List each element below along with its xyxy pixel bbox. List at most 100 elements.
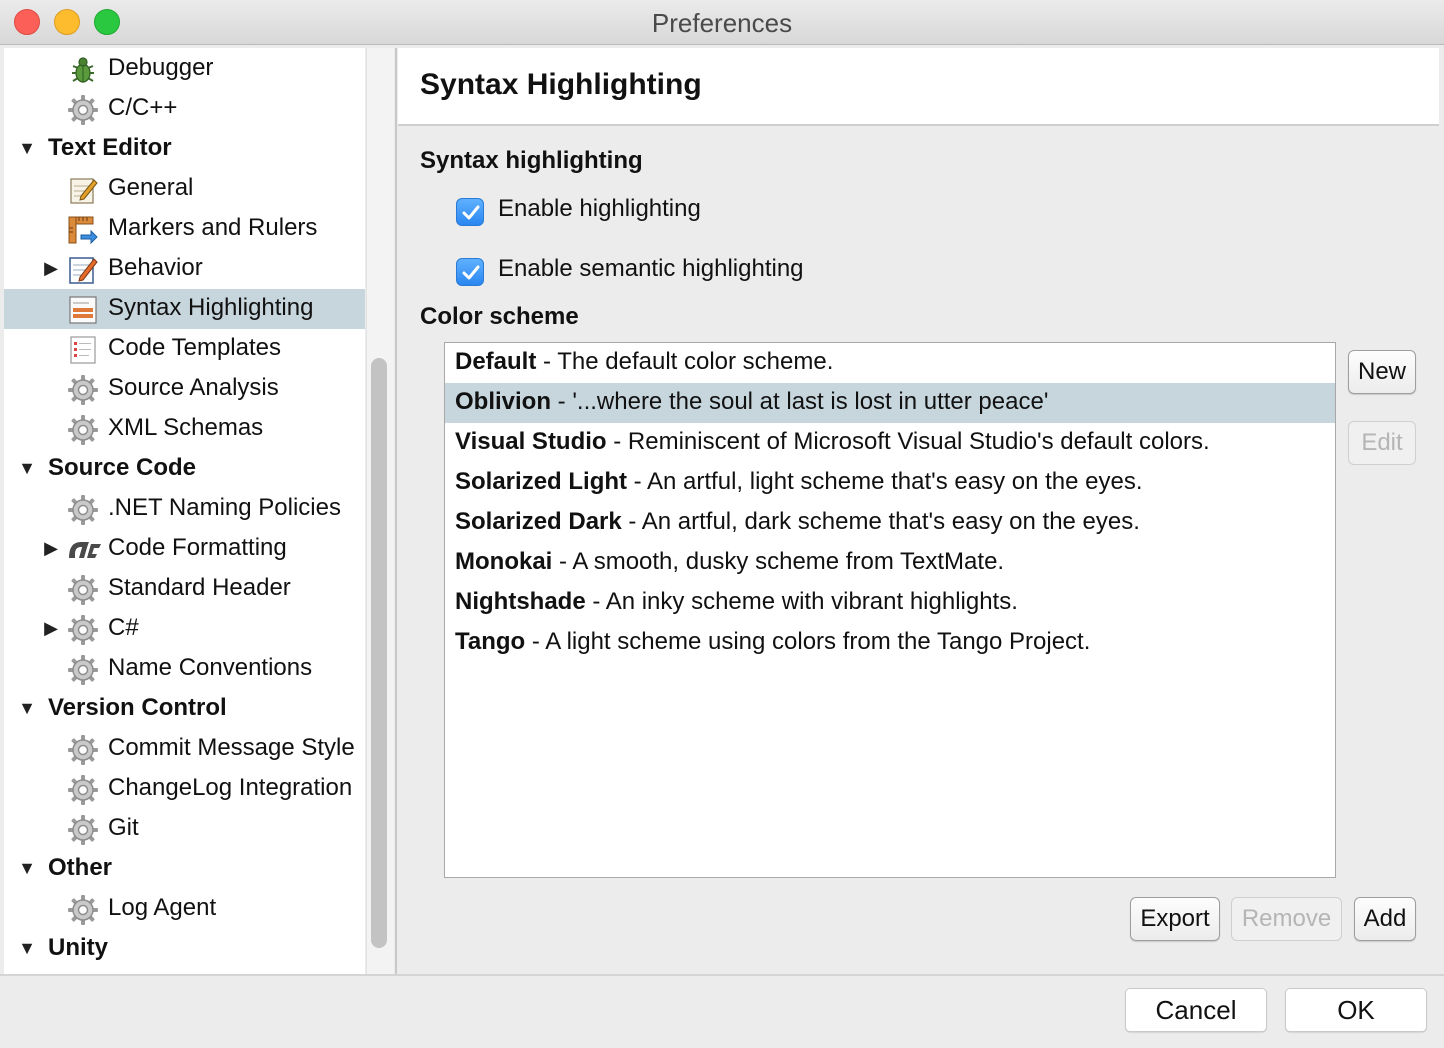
color-scheme-description: - An artful, dark scheme that's easy on … bbox=[621, 508, 1140, 535]
sidebar-scrollbar-thumb[interactable] bbox=[371, 358, 387, 948]
enable-highlighting-label[interactable]: Enable highlighting bbox=[498, 195, 701, 223]
disclosure-collapsed-icon[interactable]: ▶ bbox=[40, 617, 62, 639]
sidebar-item-label: General bbox=[108, 174, 194, 201]
gear-icon bbox=[67, 574, 99, 606]
disclosure-expanded-icon[interactable]: ▼ bbox=[16, 937, 38, 959]
color-scheme-text: Monokai - A smooth, dusky scheme from Te… bbox=[455, 548, 1004, 576]
color-scheme-text: Default - The default color scheme. bbox=[455, 348, 833, 376]
sidebar-item-label: Unity bbox=[48, 934, 108, 961]
sidebar-item-label: Markers and Rulers bbox=[108, 214, 318, 241]
color-scheme-list[interactable]: Default - The default color scheme. Obliv… bbox=[444, 342, 1336, 878]
sidebar-item[interactable]: ▼ Text Editor bbox=[4, 129, 365, 169]
color-scheme-text: Nightshade - An inky scheme with vibrant… bbox=[455, 588, 1018, 616]
syntax-icon bbox=[67, 294, 99, 326]
checkmark-icon bbox=[462, 205, 480, 220]
sidebar-item-label: Version Control bbox=[48, 694, 227, 721]
sidebar-item[interactable]: XML Schemas bbox=[4, 409, 365, 449]
window-title: Preferences bbox=[651, 8, 793, 38]
sidebar-item[interactable]: C/C++ bbox=[4, 89, 365, 129]
enable-highlighting-checkbox[interactable] bbox=[456, 198, 484, 226]
gear-icon bbox=[67, 734, 99, 766]
color-scheme-row[interactable]: Solarized Light - An artful, light schem… bbox=[445, 463, 1335, 503]
add-button[interactable]: Add bbox=[1354, 897, 1416, 941]
sidebar-item[interactable]: ▶ C# bbox=[4, 609, 365, 649]
sidebar-item-label: Text Editor bbox=[48, 134, 172, 161]
color-scheme-row[interactable]: Oblivion - '...where the soul at last is… bbox=[445, 383, 1335, 423]
sidebar-item-label: Commit Message Style bbox=[108, 734, 355, 761]
color-scheme-description: - An inky scheme with vibrant highlights… bbox=[585, 588, 1018, 615]
gear-icon bbox=[67, 414, 99, 446]
sidebar-item[interactable]: Source Analysis bbox=[4, 369, 365, 409]
template-icon bbox=[67, 334, 99, 366]
sidebar-item-label: Other bbox=[48, 854, 113, 881]
sidebar-item[interactable]: ▶ Code Formatting bbox=[4, 529, 365, 569]
sidebar-item[interactable]: Markers and Rulers bbox=[4, 209, 365, 249]
sidebar-item-label: Git bbox=[108, 814, 139, 841]
enable-semantic-highlighting-label[interactable]: Enable semantic highlighting bbox=[498, 255, 804, 283]
color-scheme-description: - '...where the soul at last is lost in … bbox=[551, 388, 1049, 415]
sidebar-item[interactable]: Commit Message Style bbox=[4, 729, 365, 769]
sidebar-item-label: Source Code bbox=[48, 454, 197, 481]
color-scheme-name: Visual Studio bbox=[455, 428, 607, 455]
cancel-button[interactable]: Cancel bbox=[1125, 988, 1267, 1032]
sidebar-item[interactable]: ▼ Unity bbox=[4, 929, 365, 969]
color-scheme-row[interactable]: Monokai - A smooth, dusky scheme from Te… bbox=[445, 543, 1335, 583]
sidebar-item[interactable]: Debugger bbox=[4, 49, 365, 89]
color-scheme-name: Solarized Dark bbox=[455, 508, 622, 535]
color-scheme-row[interactable]: Default - The default color scheme. bbox=[445, 343, 1335, 383]
color-scheme-row[interactable]: Solarized Dark - An artful, dark scheme … bbox=[445, 503, 1335, 543]
remove-button[interactable]: Remove bbox=[1231, 897, 1342, 941]
color-scheme-text: Visual Studio - Reminiscent of Microsoft… bbox=[455, 428, 1210, 456]
disclosure-collapsed-icon[interactable]: ▶ bbox=[40, 257, 62, 279]
disclosure-expanded-icon[interactable]: ▼ bbox=[16, 457, 38, 479]
syntax-highlighting-section-label: Syntax highlighting bbox=[420, 147, 643, 174]
sidebar-item[interactable]: ▼ Other bbox=[4, 849, 365, 889]
preferences-sidebar-tree: Debugger C/C++ ▼ Text Editor General Markers … bbox=[4, 48, 365, 974]
sidebar-item[interactable]: Code Templates bbox=[4, 329, 365, 369]
sidebar-item[interactable]: Name Conventions bbox=[4, 649, 365, 689]
sidebar-item[interactable]: Syntax Highlighting bbox=[4, 289, 365, 329]
color-scheme-text: Solarized Light - An artful, light schem… bbox=[455, 468, 1143, 496]
export-button[interactable]: Export bbox=[1130, 897, 1220, 941]
color-scheme-description: - The default color scheme. bbox=[536, 348, 834, 375]
page-title: Syntax Highlighting bbox=[420, 68, 702, 101]
gear-icon bbox=[67, 614, 99, 646]
disclosure-collapsed-icon[interactable]: ▶ bbox=[40, 537, 62, 559]
sidebar-item-label: Log Agent bbox=[108, 894, 217, 921]
sidebar-item-label: Code Formatting bbox=[108, 534, 287, 561]
enable-semantic-highlighting-checkbox[interactable] bbox=[456, 258, 484, 286]
edit-scheme-button[interactable]: Edit bbox=[1348, 421, 1416, 465]
sidebar-item[interactable]: Standard Header bbox=[4, 569, 365, 609]
ruler-icon bbox=[67, 214, 99, 246]
sidebar-item[interactable]: ▶ Behavior bbox=[4, 249, 365, 289]
disclosure-expanded-icon[interactable]: ▼ bbox=[16, 137, 38, 159]
color-scheme-row[interactable]: Visual Studio - Reminiscent of Microsoft… bbox=[445, 423, 1335, 463]
color-scheme-name: Solarized Light bbox=[455, 468, 628, 495]
sidebar-item-label: Syntax Highlighting bbox=[108, 294, 314, 321]
color-scheme-name: Monokai bbox=[455, 548, 553, 575]
disclosure-expanded-icon[interactable]: ▼ bbox=[16, 697, 38, 719]
new-scheme-button[interactable]: New bbox=[1348, 350, 1416, 394]
sidebar-item-label: C# bbox=[108, 614, 139, 641]
pane-divider[interactable] bbox=[395, 48, 397, 974]
color-scheme-row[interactable]: Tango - A light scheme using colors from… bbox=[445, 623, 1335, 663]
title-bar: Preferences bbox=[0, 0, 1444, 45]
sidebar-item[interactable]: Log Agent bbox=[4, 889, 365, 929]
color-scheme-row[interactable]: Nightshade - An inky scheme with vibrant… bbox=[445, 583, 1335, 623]
ok-button[interactable]: OK bbox=[1285, 988, 1427, 1032]
sidebar-item-label: Source Analysis bbox=[108, 374, 279, 401]
sidebar-item[interactable]: ▼ Source Code bbox=[4, 449, 365, 489]
sidebar-item[interactable]: ChangeLog Integration bbox=[4, 769, 365, 809]
bug-icon bbox=[67, 54, 99, 86]
sidebar-item[interactable]: ▼ Version Control bbox=[4, 689, 365, 729]
color-scheme-name: Nightshade bbox=[455, 588, 586, 615]
sidebar-item-label: Standard Header bbox=[108, 574, 291, 601]
gear-icon bbox=[67, 774, 99, 806]
color-scheme-name: Oblivion bbox=[455, 388, 551, 415]
sidebar-item[interactable]: Git bbox=[4, 809, 365, 849]
gear-icon bbox=[67, 374, 99, 406]
disclosure-expanded-icon[interactable]: ▼ bbox=[16, 857, 38, 879]
sidebar-item[interactable]: General bbox=[4, 169, 365, 209]
sidebar-item[interactable]: .NET Naming Policies bbox=[4, 489, 365, 529]
notepad-pencil-icon bbox=[67, 254, 99, 286]
